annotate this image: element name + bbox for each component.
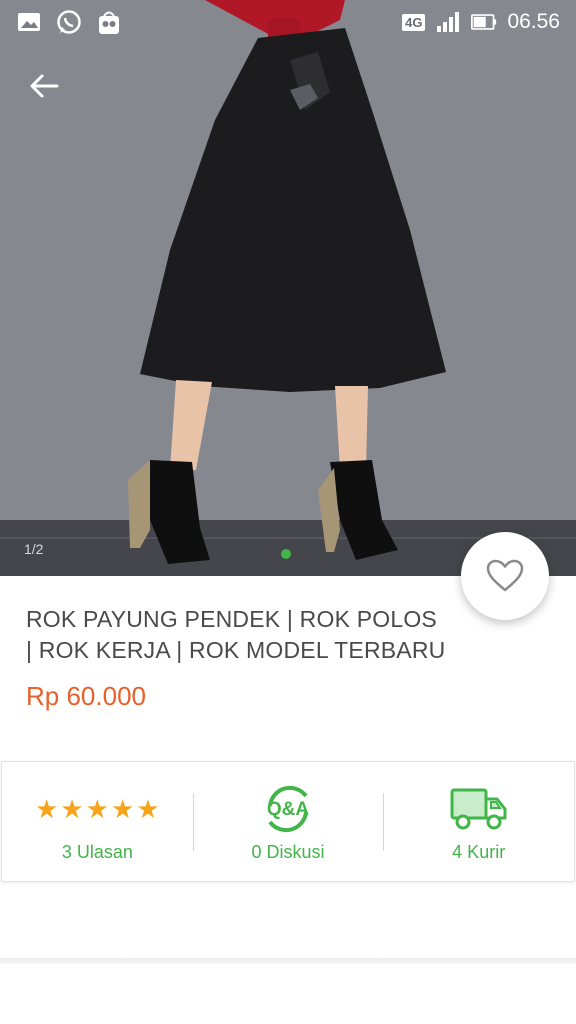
discussion-stat[interactable]: Q&A 0 Diskusi — [192, 762, 384, 881]
reviews-stat[interactable]: ★ ★ ★ ★ ★ 3 Ulasan — [2, 762, 193, 881]
wishlist-button[interactable] — [461, 532, 549, 620]
back-button[interactable] — [22, 66, 66, 106]
heart-icon — [486, 559, 524, 592]
courier-stat[interactable]: 4 Kurir — [383, 762, 574, 881]
courier-label: 4 Kurir — [452, 842, 506, 862]
rating-stars: ★ ★ ★ ★ ★ — [35, 796, 160, 822]
product-stats-card: ★ ★ ★ ★ ★ 3 Ulasan Q&A 0 Diskusi 4 Kurir — [1, 761, 575, 882]
product-title: ROK PAYUNG PENDEK | ROK POLOS | ROK KERJ… — [26, 606, 446, 663]
truck-icon — [450, 788, 507, 830]
product-price: Rp 60.000 — [26, 681, 146, 711]
network-type-badge: 4G — [402, 13, 426, 31]
pager-dot-active[interactable] — [281, 549, 291, 559]
gallery-icon — [16, 9, 42, 35]
reviews-label: 3 Ulasan — [61, 842, 133, 862]
qa-icon: Q&A — [267, 785, 310, 833]
status-bar: 4G 06.56 — [0, 0, 576, 44]
signal-icon — [435, 9, 461, 35]
whatsapp-icon — [56, 9, 82, 35]
product-photo — [0, 0, 576, 576]
tokopedia-icon — [96, 9, 122, 35]
star-icon: ★ — [60, 794, 84, 824]
discussion-label: 0 Diskusi — [251, 842, 325, 862]
arrow-left-icon — [30, 74, 59, 98]
star-icon: ★ — [136, 794, 160, 824]
star-icon: ★ — [85, 794, 109, 824]
status-time: 06.56 — [507, 10, 560, 33]
section-divider — [0, 958, 576, 964]
battery-icon — [471, 9, 497, 35]
product-image-gallery[interactable]: 4G 06.56 1/2 — [0, 0, 576, 576]
star-icon: ★ — [110, 794, 135, 824]
svg-text:Q&A: Q&A — [267, 799, 310, 820]
star-icon: ★ — [35, 794, 59, 824]
product-info: ROK PAYUNG PENDEK | ROK POLOS | ROK KERJ… — [26, 604, 446, 712]
image-counter: 1/2 — [24, 541, 44, 557]
